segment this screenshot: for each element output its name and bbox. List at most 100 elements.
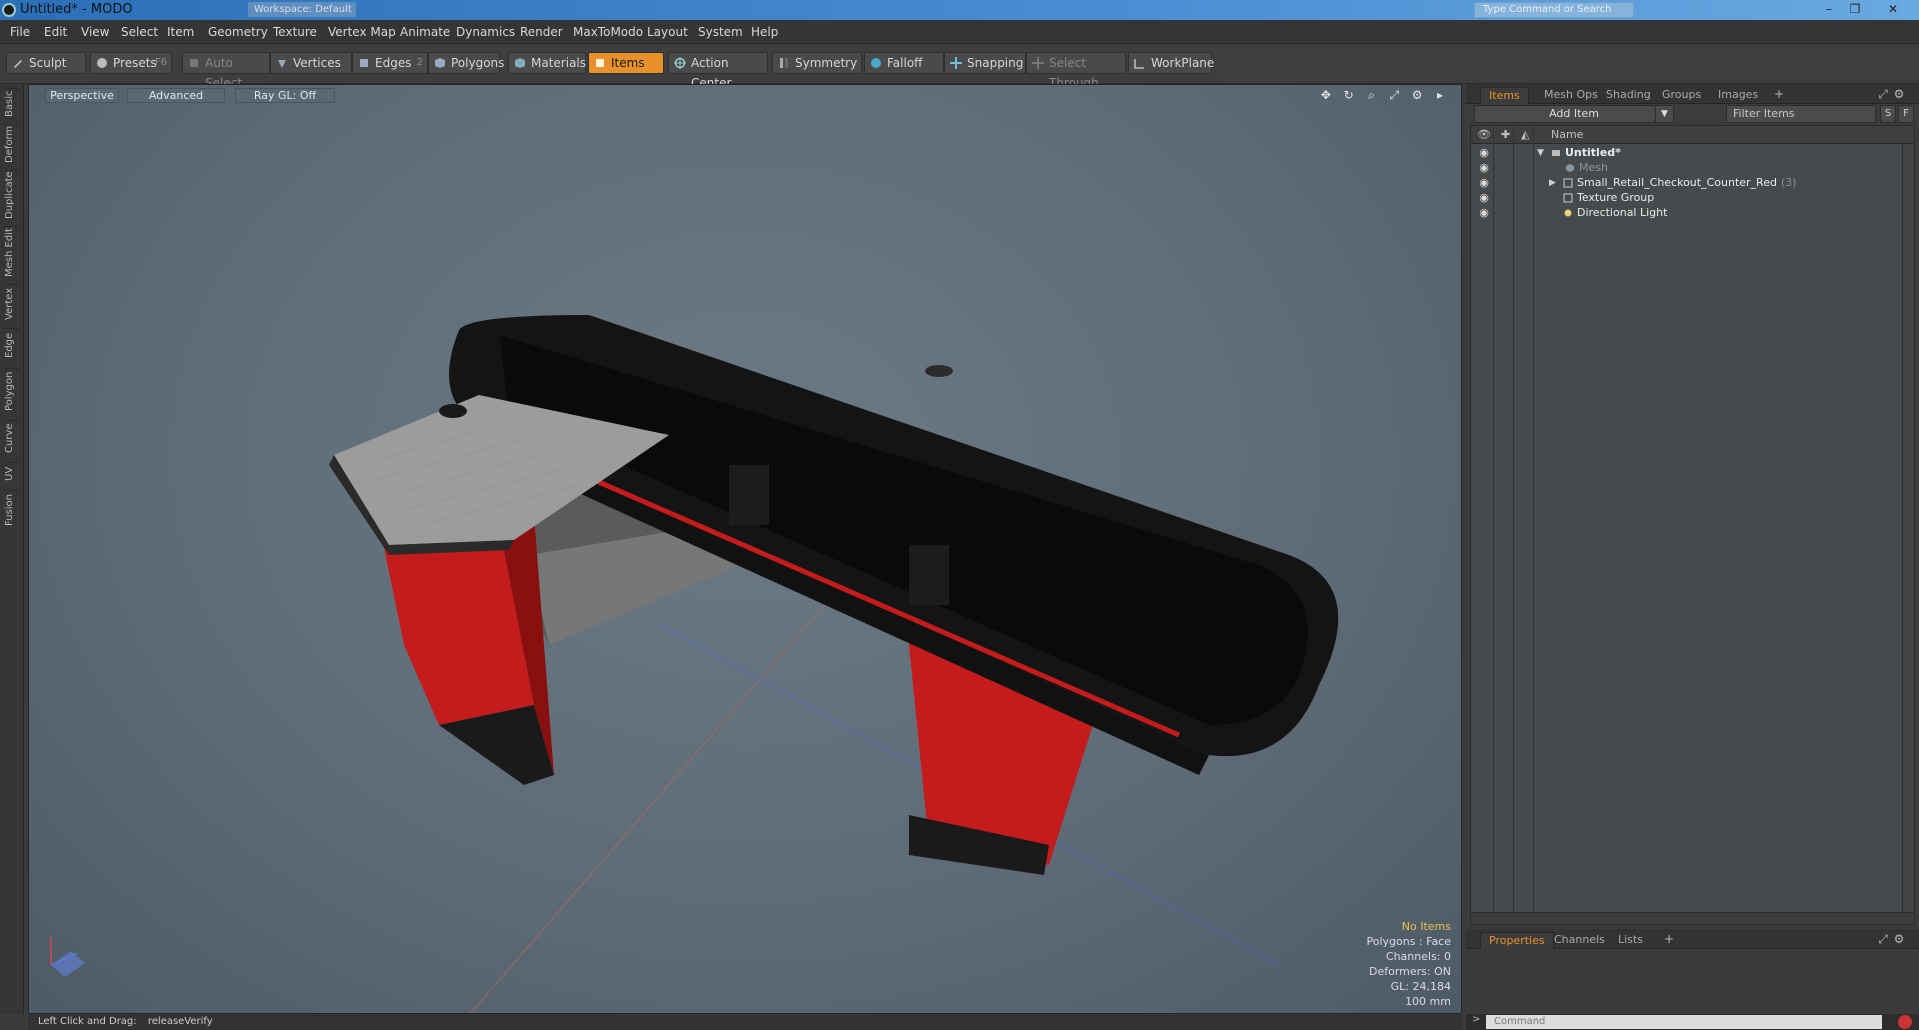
command-input[interactable]: Command bbox=[1486, 1015, 1882, 1029]
workspace-selector[interactable]: Workspace: Default bbox=[248, 2, 356, 17]
vertices-button[interactable]: Vertices bbox=[270, 52, 352, 74]
menu-vertex-map[interactable]: Vertex Map bbox=[328, 25, 396, 39]
presets-button[interactable]: Presets F6 bbox=[90, 52, 172, 74]
menu-system[interactable]: System bbox=[698, 25, 743, 39]
minimize-button[interactable]: – bbox=[1816, 1, 1842, 18]
snapping-label: Snapping bbox=[967, 56, 1024, 70]
fit-view-icon[interactable]: ⤢ bbox=[1387, 88, 1401, 102]
light-icon bbox=[1564, 209, 1572, 217]
command-search[interactable]: Type Command or Search bbox=[1474, 2, 1634, 18]
tab-mesh-edit[interactable]: Mesh Edit bbox=[4, 226, 20, 278]
falloff-button[interactable]: Falloff bbox=[864, 52, 944, 74]
tab-deform[interactable]: Deform bbox=[4, 124, 20, 164]
item-list-header: 👁 ✚ ◭ Name bbox=[1471, 126, 1914, 144]
divider-bracket-right bbox=[909, 545, 949, 605]
edges-label: Edges bbox=[375, 56, 412, 70]
command-bar: > Command bbox=[1466, 1014, 1919, 1030]
menu-render[interactable]: Render bbox=[520, 25, 563, 39]
sculpt-button[interactable]: Sculpt bbox=[6, 52, 86, 74]
tab-mesh-ops[interactable]: Mesh Ops bbox=[1536, 87, 1606, 104]
snapping-button[interactable]: Snapping bbox=[944, 52, 1026, 74]
menu-file[interactable]: File bbox=[10, 25, 30, 39]
shading-mode-selector[interactable]: Advanced bbox=[127, 88, 225, 103]
add-tab-icon[interactable]: + bbox=[1772, 87, 1786, 101]
edges-button[interactable]: Edges 2 bbox=[352, 52, 428, 74]
tab-fusion[interactable]: Fusion bbox=[4, 490, 20, 530]
raygl-toggle[interactable]: Ray GL: Off bbox=[235, 88, 335, 103]
add-tab-icon[interactable]: + bbox=[1662, 932, 1676, 946]
tab-curve[interactable]: Curve bbox=[4, 420, 20, 456]
action-center-icon bbox=[674, 57, 686, 69]
stop-icon[interactable] bbox=[1898, 1015, 1912, 1029]
polygons-button[interactable]: Polygons bbox=[428, 52, 504, 74]
menu-item[interactable]: Item bbox=[167, 25, 194, 39]
tab-polygon[interactable]: Polygon bbox=[4, 368, 20, 414]
symmetry-label: Symmetry bbox=[795, 56, 858, 70]
items-toolbar: Add Item ▼ Filter Items S F bbox=[1470, 105, 1915, 125]
add-item-button[interactable]: Add Item ▼ bbox=[1474, 105, 1674, 123]
viewport-nav-icons: ✥ ↻ ⌕ ⤢ ⚙ ▸ bbox=[1314, 88, 1447, 103]
child-count: (3) bbox=[1780, 176, 1797, 189]
tab-basic[interactable]: Basic bbox=[4, 88, 20, 118]
tree-horizontal-scrollbar[interactable] bbox=[1471, 912, 1914, 924]
lock-column-icon: ✚ bbox=[1501, 128, 1511, 141]
menu-animate[interactable]: Animate bbox=[400, 25, 450, 39]
tab-duplicate[interactable]: Duplicate bbox=[4, 170, 20, 220]
auto-select-button[interactable]: Auto Select bbox=[182, 52, 270, 90]
scene-render[interactable] bbox=[29, 85, 1462, 1014]
expand-icon[interactable]: ⤢ bbox=[1876, 932, 1890, 946]
menu-view[interactable]: View bbox=[81, 25, 109, 39]
zoom-view-icon[interactable]: ⌕ bbox=[1365, 88, 1379, 102]
filter-f-button[interactable]: F bbox=[1898, 105, 1914, 123]
menu-edit[interactable]: Edit bbox=[44, 25, 67, 39]
tab-groups[interactable]: Groups bbox=[1654, 87, 1709, 104]
polygons-info: Polygons : Face bbox=[1366, 935, 1451, 948]
menu-texture[interactable]: Texture bbox=[273, 25, 317, 39]
move-view-icon[interactable]: ✥ bbox=[1319, 88, 1333, 102]
gear-icon[interactable]: ⚙ bbox=[1892, 87, 1906, 101]
gear-icon[interactable]: ⚙ bbox=[1410, 88, 1424, 102]
3d-viewport[interactable]: Perspective Advanced Ray GL: Off ✥ ↻ ⌕ ⤢… bbox=[28, 84, 1462, 1014]
tree-item-light[interactable]: ◉ Directional Light bbox=[1471, 204, 1914, 222]
menu-select[interactable]: Select bbox=[121, 25, 158, 39]
play-icon[interactable]: ▸ bbox=[1433, 88, 1447, 102]
maximize-button[interactable]: ❐ bbox=[1842, 1, 1868, 18]
chevron-down-icon[interactable]: ▼ bbox=[1655, 106, 1673, 122]
materials-button[interactable]: Materials bbox=[508, 52, 586, 74]
tab-properties[interactable]: Properties bbox=[1480, 932, 1554, 949]
eye-icon[interactable]: ◉ bbox=[1477, 204, 1491, 222]
menu-maxtomodo[interactable]: MaxToModo bbox=[573, 25, 643, 39]
tree-item-label: Directional Light bbox=[1577, 206, 1668, 219]
workplane-button[interactable]: WorkPlane bbox=[1128, 52, 1214, 74]
edges-icon bbox=[360, 59, 368, 67]
select-through-button[interactable]: Select Through bbox=[1026, 52, 1126, 90]
items-mode-button[interactable]: Items bbox=[588, 52, 664, 74]
action-center-button[interactable]: Action Center bbox=[668, 52, 768, 90]
view-type-selector[interactable]: Perspective bbox=[45, 88, 119, 103]
tab-items[interactable]: Items bbox=[1480, 87, 1529, 104]
items-tabs: Items Mesh Ops Shading Groups Images + ⤢… bbox=[1466, 84, 1919, 104]
menu-help[interactable]: Help bbox=[751, 25, 778, 39]
tab-shading[interactable]: Shading bbox=[1598, 87, 1659, 104]
tab-images[interactable]: Images bbox=[1710, 87, 1766, 104]
rotate-view-icon[interactable]: ↻ bbox=[1342, 88, 1356, 102]
filter-s-button[interactable]: S bbox=[1880, 105, 1896, 123]
tab-vertex[interactable]: Vertex bbox=[4, 284, 20, 322]
tab-lists[interactable]: Lists bbox=[1610, 932, 1651, 949]
tab-channels[interactable]: Channels bbox=[1546, 932, 1613, 949]
gear-icon[interactable]: ⚙ bbox=[1892, 932, 1906, 946]
tree-scrollbar[interactable] bbox=[1902, 144, 1914, 914]
menu-layout[interactable]: Layout bbox=[647, 25, 688, 39]
menu-geometry[interactable]: Geometry bbox=[208, 25, 268, 39]
materials-icon bbox=[515, 58, 525, 68]
close-button[interactable]: ✕ bbox=[1880, 1, 1906, 18]
filter-items-input[interactable]: Filter Items bbox=[1726, 105, 1876, 123]
symmetry-button[interactable]: Symmetry bbox=[772, 52, 862, 74]
render-column-icon: ◭ bbox=[1521, 128, 1530, 141]
tab-uv[interactable]: UV bbox=[4, 462, 20, 484]
shelf-hole bbox=[439, 404, 467, 418]
tab-edge[interactable]: Edge bbox=[4, 328, 20, 362]
expand-icon[interactable]: ⤢ bbox=[1876, 87, 1890, 101]
window-title: Untitled* - MODO bbox=[20, 2, 133, 17]
menu-dynamics[interactable]: Dynamics bbox=[456, 25, 515, 39]
